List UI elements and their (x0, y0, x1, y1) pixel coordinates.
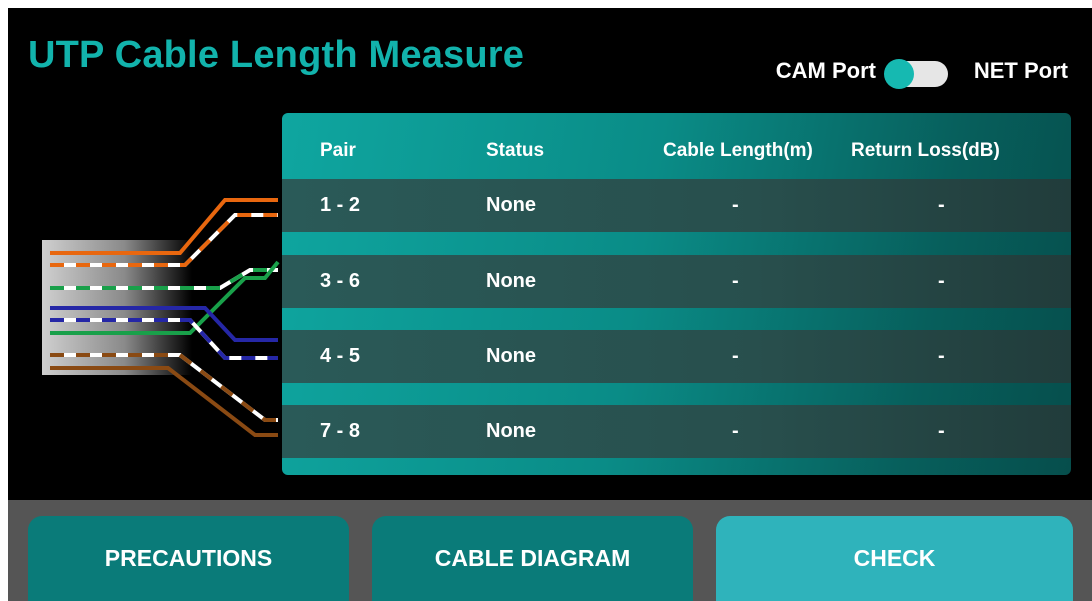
status-value: None (486, 345, 536, 367)
pair-value: 1 - 2 (320, 194, 361, 216)
table-row: 4 - 5 None - - (282, 330, 1071, 383)
cable-length-value: - (732, 270, 739, 292)
net-port-label: NET Port (973, 58, 1068, 83)
cable-length-value: - (732, 345, 739, 367)
pair-value: 3 - 6 (320, 270, 361, 292)
header-status: Status (486, 140, 545, 161)
table-row: 1 - 2 None - - (282, 179, 1071, 232)
results-table: Pair Status Cable Length(m) Return Loss(… (282, 113, 1071, 475)
header-return-loss: Return Loss(dB) (851, 140, 1000, 161)
toggle-knob (884, 59, 914, 89)
rj45-cable-illustration (42, 198, 280, 437)
port-toggle-switch[interactable] (884, 59, 948, 89)
return-loss-value: - (938, 270, 945, 292)
precautions-button[interactable]: PRECAUTIONS (28, 516, 349, 601)
status-value: None (486, 270, 536, 292)
header-cable-length: Cable Length(m) (663, 140, 813, 161)
table-header: Pair Status Cable Length(m) Return Loss(… (282, 113, 1071, 179)
return-loss-value: - (938, 345, 945, 367)
cable-diagram-button[interactable]: CABLE DIAGRAM (372, 516, 693, 601)
cam-port-label: CAM Port (775, 58, 876, 83)
pair-value: 7 - 8 (320, 420, 361, 442)
pair-value: 4 - 5 (320, 345, 361, 367)
return-loss-value: - (938, 420, 945, 442)
app-screen: UTP Cable Length Measure CAM Port NET Po… (8, 8, 1092, 601)
header-pair: Pair (320, 140, 356, 161)
cable-length-value: - (732, 420, 739, 442)
status-value: None (486, 420, 536, 442)
status-value: None (486, 194, 536, 216)
return-loss-value: - (938, 194, 945, 216)
table-row: 7 - 8 None - - (282, 405, 1071, 458)
bottom-action-bar: PRECAUTIONS CABLE DIAGRAM CHECK (8, 500, 1092, 601)
cable-length-value: - (732, 194, 739, 216)
page-title: UTP Cable Length Measure (28, 34, 525, 76)
table-row: 3 - 6 None - - (282, 255, 1071, 308)
check-button[interactable]: CHECK (716, 516, 1073, 601)
